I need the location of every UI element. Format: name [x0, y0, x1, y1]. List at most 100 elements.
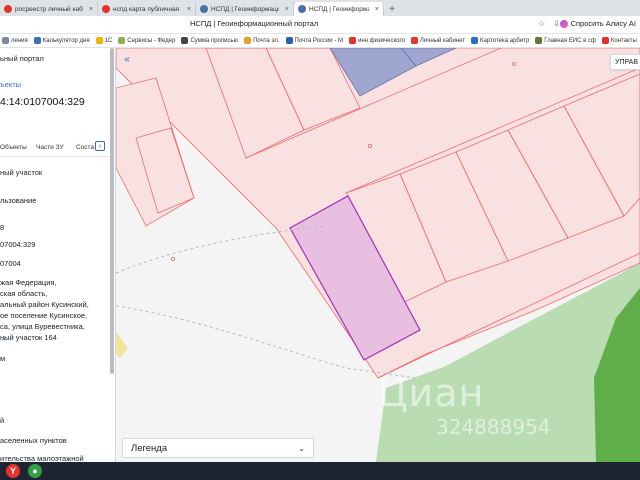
bookmark-item[interactable]: Почта эл. [244, 37, 280, 44]
bookmark-label: Почта России - М [294, 37, 343, 44]
bookmark-item[interactable]: Сервисы - Федер [118, 37, 175, 44]
bookmark-icon [535, 37, 543, 44]
alice-icon [559, 19, 568, 28]
bookmark-item[interactable]: Сумма прописью [181, 37, 238, 44]
bookmark-label: инн физического [357, 37, 405, 44]
bookmarks-bar: ления Калькулятор дня 1С Сервисы - Федер Сум… [0, 34, 640, 48]
map-view[interactable]: Циан 324888954 « УПРАВ Легенда ⌄ [116, 48, 640, 462]
watermark-text: Циан [378, 371, 485, 415]
tab-favicon-icon [298, 5, 306, 13]
bookmark-icon [348, 37, 356, 44]
info-line: ительства малоэтажной [0, 454, 84, 462]
close-tab-icon[interactable]: × [89, 6, 93, 13]
info-line: 07004:329 [0, 240, 36, 249]
bookmark-icon [181, 37, 189, 44]
bookmark-item[interactable]: ления [2, 37, 28, 44]
tab-parts[interactable]: Части ЗУ [36, 144, 64, 151]
browser-tab[interactable]: НСПД | Геоинформаци × [294, 2, 384, 16]
bookmark-label: Картотека арбитр [480, 37, 530, 44]
panel-scrollbar[interactable] [110, 48, 114, 374]
bookmark-item[interactable]: Контакты [601, 37, 637, 44]
info-line: альный район Кусинский, [0, 300, 89, 309]
bookmark-icon [118, 37, 126, 44]
info-line: льзование [0, 196, 37, 205]
bookmark-label: ления [11, 37, 28, 44]
bookmark-icon [2, 37, 9, 44]
legend-panel[interactable]: Легенда ⌄ [122, 438, 314, 458]
browser-tab[interactable]: НСПД | Геоинформаци × [196, 2, 294, 16]
manage-button[interactable]: УПРАВ [610, 54, 640, 70]
yandex-browser-icon[interactable]: Y [6, 464, 20, 478]
bookmark-item[interactable]: 1С [95, 37, 113, 44]
tab-label: НСПД | Геоинформаци [211, 5, 279, 13]
bookmark-item[interactable]: Личный кабинет [410, 37, 466, 44]
info-tabs: Объекты Части ЗУ Соста › [0, 140, 112, 154]
collapse-caret-icon[interactable]: ^ [2, 338, 5, 345]
tab-favicon-icon [200, 5, 208, 13]
bookmark-label: Сервисы - Федер [127, 37, 176, 44]
bookmark-label: Личный кабинет [419, 37, 466, 44]
collapse-panel-button[interactable]: « [120, 52, 134, 66]
bookmark-item[interactable]: Почта России - М [285, 37, 343, 44]
tab-favicon-icon [4, 5, 12, 13]
bookmark-icon [410, 37, 418, 44]
alice-label: Спросить Алису AI [570, 19, 636, 28]
info-line: жая Федерация, [0, 278, 57, 287]
address-bar-icons: ☆ ⇩ [538, 19, 560, 28]
bookmark-icon [244, 37, 252, 44]
bookmark-icon [471, 37, 479, 44]
browser-tab-strip: росреестр личный кабин × нспд карта публич… [0, 0, 640, 16]
objects-link[interactable]: ъекты [0, 80, 21, 89]
panel-divider [0, 156, 112, 157]
bookmark-item[interactable]: Главная ЕИС в сф [535, 37, 596, 44]
object-info-panel: ьный портал ъекты 4:14:0107004:329 Объек… [0, 48, 116, 462]
bookmark-label: Почта эл. [253, 37, 280, 44]
os-taskbar: Y ● [0, 462, 640, 480]
bookmark-label: Главная ЕИС в сф [544, 37, 596, 44]
page-title: НСПД | Геоинформационный портал [190, 19, 319, 28]
bookmark-icon [95, 37, 103, 44]
watermark-phone: 324888954 [436, 415, 551, 439]
chrome-icon[interactable]: ● [28, 464, 42, 478]
info-line: й [0, 416, 5, 425]
info-line: аселенных пунктов [0, 436, 67, 445]
tab-label: росреестр личный кабин [15, 5, 83, 13]
close-tab-icon[interactable]: × [285, 6, 289, 13]
browser-tab[interactable]: нспд карта публичная ка × [98, 2, 196, 16]
info-line: ская область, [0, 289, 48, 298]
tab-favicon-icon [102, 5, 110, 13]
bookmark-icon [285, 37, 293, 44]
info-line: са, улица Буревестника, [0, 322, 85, 331]
bookmark-icon [601, 37, 609, 44]
bookmark-label: 1С [104, 37, 113, 44]
new-tab-button[interactable]: + [384, 2, 400, 16]
info-line: ный участок [0, 168, 43, 177]
browser-tab[interactable]: росреестр личный кабин × [0, 2, 98, 16]
tab-objects[interactable]: Объекты [0, 144, 27, 151]
tabs-next-button[interactable]: › [95, 141, 105, 151]
address-bar: НСПД | Геоинформационный портал ☆ ⇩ Спро… [0, 16, 640, 34]
tab-composition[interactable]: Соста [76, 144, 94, 151]
info-line: м [0, 354, 6, 363]
bookmark-item[interactable]: Калькулятор дня [33, 37, 90, 44]
info-line: 8 [0, 223, 5, 232]
cadastral-number: 4:14:0107004:329 [0, 96, 85, 108]
star-icon[interactable]: ☆ [538, 19, 545, 28]
alice-button[interactable]: Спросить Алису AI [559, 19, 636, 28]
portal-label: ьный портал [0, 54, 44, 63]
close-tab-icon[interactable]: × [187, 6, 191, 13]
tab-label: нспд карта публичная ка [113, 5, 181, 13]
bookmark-item[interactable]: Картотека арбитр [471, 37, 529, 44]
tab-label: НСПД | Геоинформаци [309, 5, 369, 13]
bookmark-label: Сумма прописью [190, 37, 239, 44]
bookmark-label: Контакты [610, 37, 637, 44]
info-line: 07004 [0, 259, 21, 268]
close-tab-icon[interactable]: × [375, 6, 379, 13]
bookmark-label: Калькулятор дня [42, 37, 90, 44]
chevron-down-icon[interactable]: ⌄ [298, 444, 305, 453]
legend-label: Легенда [131, 442, 168, 454]
info-line: ое поселение Кусинское, [0, 311, 88, 320]
bookmark-item[interactable]: инн физического [348, 37, 405, 44]
bookmark-icon [33, 37, 41, 44]
info-line: ный участок 164 [0, 333, 57, 342]
